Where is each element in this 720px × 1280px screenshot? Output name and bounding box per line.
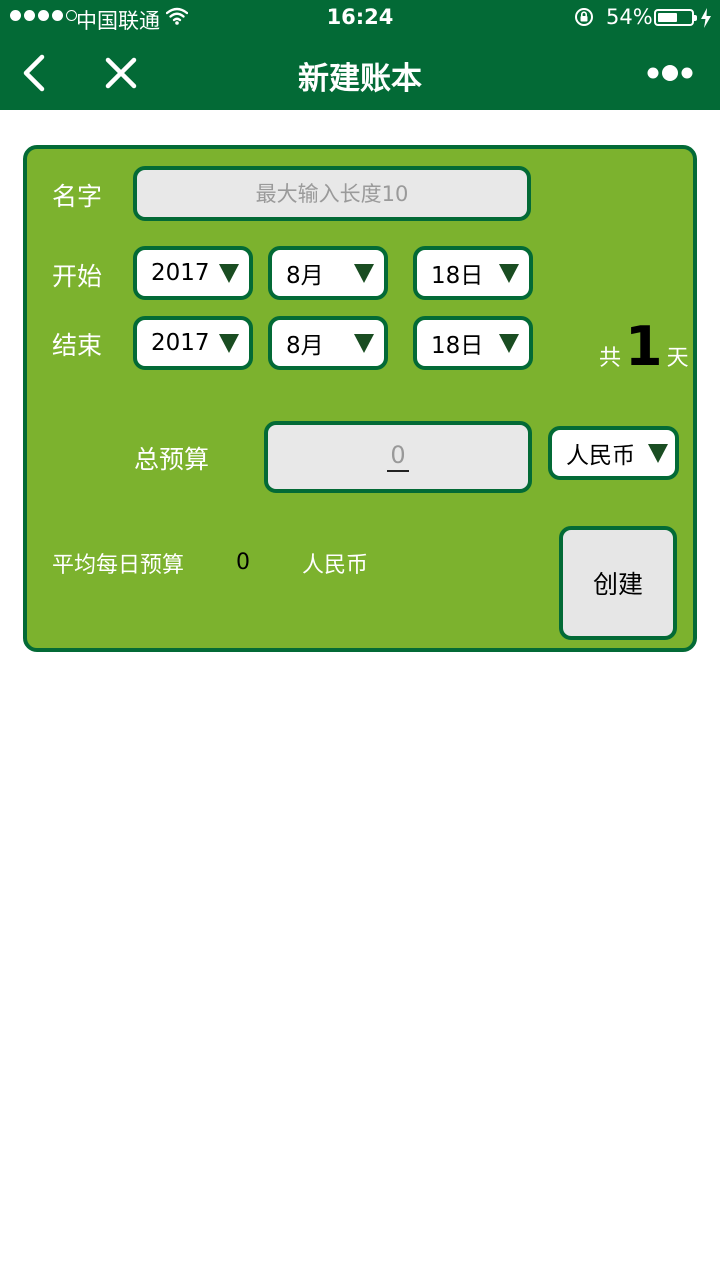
name-label: 名字 — [52, 182, 103, 211]
total-budget-label: 总预算 — [134, 445, 210, 474]
avg-daily-budget-label: 平均每日预算 — [52, 553, 185, 578]
total-days: 共 1 天 — [599, 315, 689, 378]
battery-percent: 54% — [606, 5, 653, 29]
top-bar: 中国联通 16:24 54% 新建账本 — [0, 0, 720, 110]
days-count: 1 — [625, 315, 663, 378]
currency-select[interactable]: 人民币 — [548, 426, 679, 480]
close-icon[interactable] — [104, 56, 138, 90]
avg-daily-budget-value: 0 — [236, 550, 250, 575]
total-budget-input[interactable]: 0 — [264, 421, 532, 493]
dropdown-arrow-icon — [219, 263, 239, 283]
start-year-select[interactable]: 2017 — [133, 246, 253, 300]
end-year-select[interactable]: 2017 — [133, 316, 253, 370]
dropdown-arrow-icon — [499, 263, 519, 283]
end-day-select[interactable]: 18日 — [413, 316, 533, 370]
start-day-select[interactable]: 18日 — [413, 246, 533, 300]
start-date-label: 开始 — [52, 262, 103, 291]
rotation-lock-icon — [575, 8, 593, 26]
status-bar: 中国联通 16:24 54% — [0, 0, 720, 36]
start-month-select[interactable]: 8月 — [268, 246, 388, 300]
nav-bar: 新建账本 — [0, 36, 720, 110]
new-ledger-form: 名字 开始 2017 8月 18日 结束 2017 8月 18日 共 1 天 总… — [23, 145, 697, 652]
dropdown-arrow-icon — [219, 333, 239, 353]
dropdown-arrow-icon — [648, 443, 668, 463]
dropdown-arrow-icon — [354, 333, 374, 353]
more-dots-icon[interactable] — [645, 60, 695, 86]
charging-bolt-icon — [701, 8, 711, 28]
avg-daily-currency: 人民币 — [302, 553, 369, 578]
create-button[interactable]: 创建 — [559, 526, 677, 640]
battery-icon — [654, 9, 697, 26]
dropdown-arrow-icon — [354, 263, 374, 283]
dropdown-arrow-icon — [499, 333, 519, 353]
end-month-select[interactable]: 8月 — [268, 316, 388, 370]
back-chevron-icon[interactable] — [20, 54, 48, 92]
ledger-name-input[interactable] — [133, 166, 531, 221]
end-date-label: 结束 — [52, 331, 103, 360]
